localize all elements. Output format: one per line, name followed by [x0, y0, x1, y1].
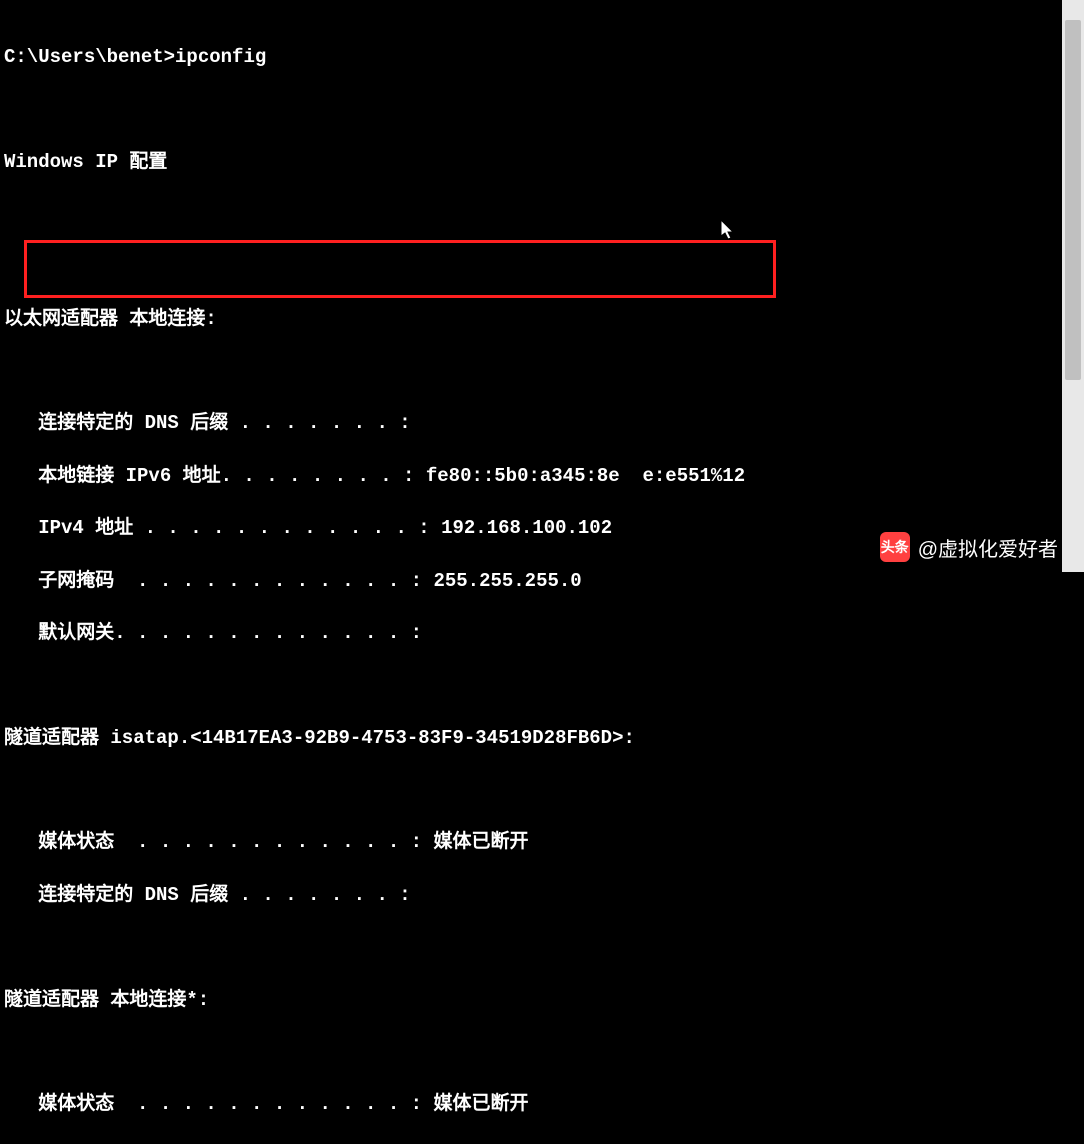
- ipv4-value: 192.168.100.102: [441, 517, 612, 539]
- dns-suffix-line: 连接特定的 DNS 后缀 . . . . . . . :: [4, 410, 1084, 436]
- windows-ip-config-header: Windows IP 配置: [4, 149, 1084, 175]
- tunnel-adapter-isatap-title: 隧道适配器 isatap.<14B17EA3-92B9-4753-83F9-34…: [4, 725, 1084, 751]
- scrollbar-thumb[interactable]: [1065, 20, 1081, 380]
- subnet-value: 255.255.255.0: [433, 570, 581, 592]
- tunnel-adapter-local-title: 隧道适配器 本地连接*:: [4, 987, 1084, 1013]
- command-prompt-line: C:\Users\benet>ipconfig: [4, 44, 1084, 70]
- ipv6-address-line: 本地链接 IPv6 地址. . . . . . . . : fe80::5b0:…: [4, 463, 1084, 489]
- watermark-text: @虚拟化爱好者: [918, 533, 1058, 562]
- media-state-line: 媒体状态 . . . . . . . . . . . . : 媒体已断开: [4, 829, 1084, 855]
- default-gateway-line: 默认网关. . . . . . . . . . . . . :: [4, 620, 1084, 646]
- watermark-badge-icon: 头条: [880, 532, 910, 562]
- vertical-scrollbar[interactable]: [1062, 0, 1084, 572]
- terminal-output: C:\Users\benet>ipconfig Windows IP 配置 以太…: [0, 0, 1084, 1144]
- media-state-line-2: 媒体状态 . . . . . . . . . . . . : 媒体已断开: [4, 1091, 1084, 1117]
- tunnel-dns-suffix-line: 连接特定的 DNS 后缀 . . . . . . . :: [4, 882, 1084, 908]
- watermark: 头条 @虚拟化爱好者: [880, 532, 1058, 562]
- ipv6-value: fe80::5b0:a345:8e e:e551%12: [426, 465, 745, 487]
- media-state-value-2: 媒体已断开: [433, 1093, 528, 1115]
- ethernet-adapter-title: 以太网适配器 本地连接:: [4, 306, 1084, 332]
- media-state-value: 媒体已断开: [433, 831, 528, 853]
